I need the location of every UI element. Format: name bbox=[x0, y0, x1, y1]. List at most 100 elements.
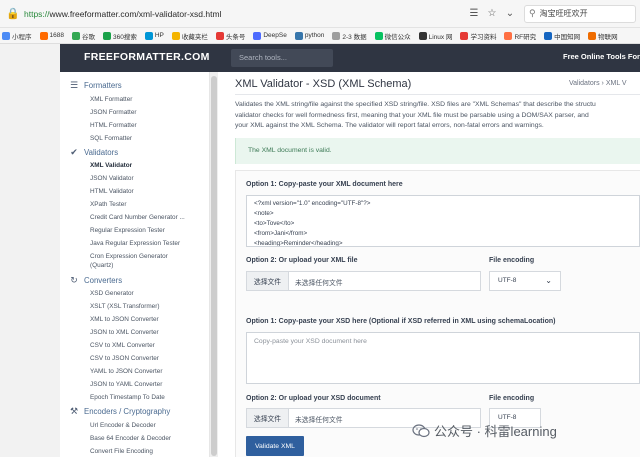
sidebar-item-xslt[interactable]: XSLT (XSL Transformer) bbox=[90, 303, 160, 310]
bookmark-star-icon[interactable]: ☆ bbox=[486, 8, 498, 20]
bookmark-item[interactable]: 谷歌 bbox=[71, 31, 95, 41]
browser-address-bar: 🔒 https://www.freeformatter.com/xml-vali… bbox=[0, 0, 640, 28]
bookmark-item[interactable]: 头条号 bbox=[215, 31, 246, 41]
validate-xml-button[interactable]: Validate XML bbox=[246, 436, 304, 456]
xsd-encoding-label: File encoding bbox=[489, 395, 535, 402]
sidebar-item-cron-generator[interactable]: Cron Expression Generator bbox=[90, 253, 168, 260]
xsd-input-textarea[interactable]: Copy-paste your XSD document here bbox=[246, 332, 640, 384]
sidebar-item-cron-generator-quartz[interactable]: (Quartz) bbox=[90, 262, 113, 269]
sidebar-item-html-formatter[interactable]: HTML Formatter bbox=[90, 122, 137, 129]
sidebar-item-url-encoder[interactable]: Url Encoder & Decoder bbox=[90, 422, 156, 429]
sidebar-item-xml-validator[interactable]: XML Validator bbox=[90, 162, 132, 169]
bookmark-favicon-icon bbox=[294, 31, 303, 40]
bookmark-label: 谷歌 bbox=[81, 33, 95, 41]
bookmark-item[interactable]: RF研究 bbox=[504, 31, 536, 41]
sidebar-item-csv-to-xml[interactable]: CSV to XML Converter bbox=[90, 342, 155, 349]
sidebar-item-xsd-generator[interactable]: XSD Generator bbox=[90, 290, 134, 297]
address-bar-actions: ☰ ☆ ⌄ bbox=[468, 8, 516, 20]
sidebar-item-yaml-to-json[interactable]: YAML to JSON Converter bbox=[90, 368, 162, 375]
bookmark-favicon-icon bbox=[2, 31, 10, 40]
sidebar-section-validators[interactable]: ✔ Validators bbox=[68, 147, 118, 157]
sidebar-item-java-regex-tester[interactable]: Java Regular Expression Tester bbox=[90, 240, 180, 247]
site-logo[interactable]: FREEFORMATTER.COM bbox=[84, 51, 210, 63]
bookmark-item[interactable]: 中国知网 bbox=[544, 31, 580, 41]
chevron-down-icon: ⌄ bbox=[545, 276, 552, 285]
bookmark-label: Linux 网 bbox=[428, 33, 453, 41]
site-search-input[interactable]: Search tools... bbox=[231, 49, 333, 67]
sidebar-item-epoch-to-date[interactable]: Epoch Timestamp To Date bbox=[90, 394, 165, 401]
sidebar-item-convert-file-encoding[interactable]: Convert File Encoding bbox=[90, 448, 153, 455]
bookmark-favicon-icon bbox=[544, 31, 553, 40]
sidebar-scrollbar[interactable] bbox=[210, 72, 218, 457]
sidebar-item-html-validator[interactable]: HTML Validator bbox=[90, 188, 134, 195]
xsd-upload-label: Option 2: Or upload your XSD document bbox=[246, 395, 381, 402]
bookmark-label: python bbox=[304, 32, 325, 39]
sidebar-item-xpath-tester[interactable]: XPath Tester bbox=[90, 201, 126, 208]
bookmark-item[interactable]: HP bbox=[144, 31, 164, 40]
sidebar-item-base64-encoder[interactable]: Base 64 Encoder & Decoder bbox=[90, 435, 171, 442]
success-alert: The XML document is valid. bbox=[235, 138, 640, 164]
bookmark-item[interactable]: 小程序 bbox=[2, 31, 32, 41]
bookmark-favicon-icon bbox=[144, 31, 153, 40]
bookmark-item[interactable]: 微信公众 bbox=[374, 31, 411, 41]
bookmark-item[interactable]: 2-3 数据 bbox=[332, 31, 367, 41]
xml-line: <from>Jani</from> bbox=[254, 230, 308, 237]
sidebar-item-credit-card-generator[interactable]: Credit Card Number Generator ... bbox=[90, 214, 185, 221]
sidebar-section-encoders[interactable]: ⚒ Encoders / Cryptography bbox=[68, 406, 170, 416]
bookmarks-bar: 小程序 1688 谷歌 360搜索 HP 收藏夹栏 头条号 DeepSe python 2-3 数… bbox=[0, 28, 640, 44]
bookmark-label: 微信公众 bbox=[384, 33, 411, 41]
sidebar-item-xml-to-json[interactable]: XML to JSON Converter bbox=[90, 316, 159, 323]
bookmark-favicon-icon bbox=[253, 31, 262, 40]
xsd-encoding-value: UTF-8 bbox=[498, 414, 517, 421]
sidebar-item-xml-formatter[interactable]: XML Formatter bbox=[90, 96, 132, 103]
xml-line: <?xml version="1.0" encoding="UTF-8"?> bbox=[254, 200, 371, 207]
sidebar-item-json-to-xml[interactable]: JSON to XML Converter bbox=[90, 329, 159, 336]
sidebar-section-converters[interactable]: ↻ Converters bbox=[68, 275, 122, 285]
page-description: Validates the XML string/file against th… bbox=[235, 100, 640, 132]
xml-choose-file-button[interactable]: 选择文件 bbox=[247, 272, 289, 290]
sidebar-item-csv-to-json[interactable]: CSV to JSON Converter bbox=[90, 355, 159, 362]
url-field[interactable]: https://www.freeformatter.com/xml-valida… bbox=[24, 9, 468, 19]
sidebar-item-json-to-yaml[interactable]: JSON to YAML Converter bbox=[90, 381, 162, 388]
bookmark-label: 小程序 bbox=[12, 33, 32, 41]
bookmark-item[interactable]: python bbox=[294, 31, 325, 40]
bookmark-item[interactable]: 物联网 bbox=[588, 31, 618, 41]
bookmark-item[interactable]: Linux 网 bbox=[418, 31, 453, 41]
breadcrumb[interactable]: Validators › XML V bbox=[569, 80, 627, 87]
bookmark-item[interactable]: 学习资料 bbox=[460, 31, 496, 41]
translate-icon[interactable]: ☰ bbox=[468, 8, 480, 20]
bookmark-item[interactable]: 1688 bbox=[39, 31, 64, 40]
bookmark-item[interactable]: 收藏夹栏 bbox=[171, 31, 208, 41]
bookmark-label: 收藏夹栏 bbox=[181, 33, 208, 41]
bookmark-favicon-icon bbox=[102, 31, 111, 40]
scrollbar-thumb[interactable] bbox=[211, 76, 217, 456]
section-title: Encoders / Cryptography bbox=[84, 406, 171, 416]
bookmark-item[interactable]: DeepSe bbox=[253, 31, 287, 40]
bookmark-label: 中国知网 bbox=[554, 33, 581, 41]
sidebar-item-sql-formatter[interactable]: SQL Formatter bbox=[90, 135, 132, 142]
sidebar-item-regex-tester[interactable]: Regular Expression Tester bbox=[90, 227, 165, 234]
bookmark-favicon-icon bbox=[504, 31, 513, 40]
xml-input-textarea[interactable]: <?xml version="1.0" encoding="UTF-8"?> <… bbox=[246, 195, 640, 247]
bookmark-label: 360搜索 bbox=[112, 33, 137, 41]
xsd-file-name: 未选择任何文件 bbox=[295, 417, 343, 424]
sidebar-item-json-validator[interactable]: JSON Validator bbox=[90, 175, 134, 182]
bookmark-item[interactable]: 360搜索 bbox=[102, 31, 137, 41]
sidebar-item-json-formatter[interactable]: JSON Formatter bbox=[90, 109, 137, 116]
chevron-down-icon[interactable]: ⌄ bbox=[504, 8, 516, 20]
check-icon: ✔ bbox=[70, 146, 78, 157]
sidebar-section-formatters[interactable]: ☰ Formatters bbox=[68, 80, 122, 90]
browser-search-input[interactable]: ⚲ 淘宝旺旺欢开 bbox=[524, 4, 636, 23]
xsd-choose-file-button[interactable]: 选择文件 bbox=[247, 409, 289, 427]
xml-file-input[interactable]: 选择文件 未选择任何文件 bbox=[246, 271, 481, 291]
xml-upload-label: Option 2: Or upload your XML file bbox=[246, 257, 358, 264]
bookmark-favicon-icon bbox=[39, 31, 48, 40]
bookmark-favicon-icon bbox=[588, 31, 597, 40]
bookmark-label: HP bbox=[154, 32, 164, 39]
xml-encoding-select[interactable]: UTF-8 ⌄ bbox=[489, 271, 561, 291]
url-path: www.freeformatter.com/xml-validator-xsd.… bbox=[49, 8, 222, 19]
bookmark-label: 头条号 bbox=[225, 33, 246, 41]
bookmark-favicon-icon bbox=[71, 31, 80, 40]
xsd-paste-label: Option 1: Copy-paste your XSD here (Opti… bbox=[246, 318, 556, 325]
bookmark-label: RF研究 bbox=[514, 33, 537, 41]
